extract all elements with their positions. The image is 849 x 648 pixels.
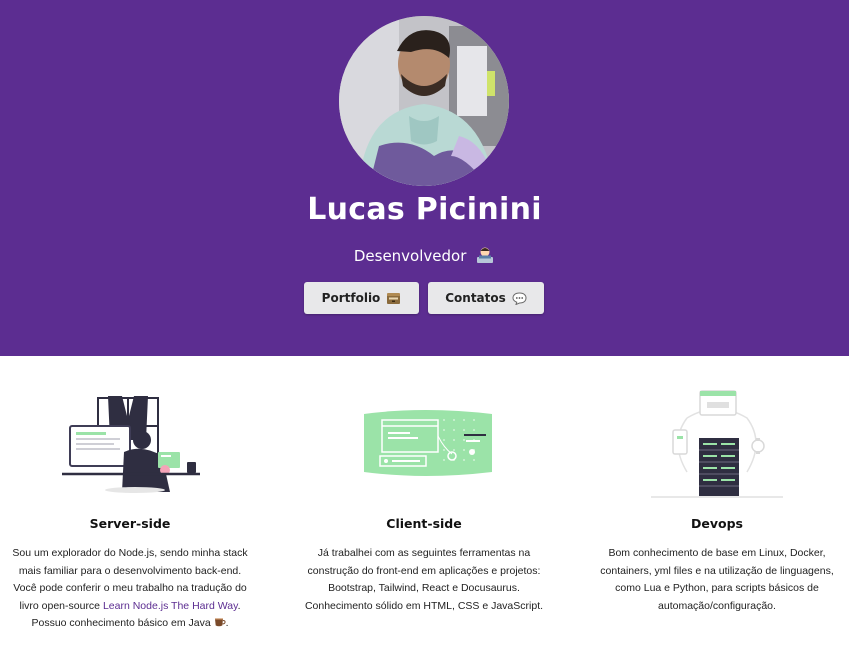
- contacts-button-label: Contatos: [445, 291, 506, 305]
- feature-client-side: Client-side Já trabalhei com as seguinte…: [294, 380, 554, 612]
- card-file-box-icon: [386, 292, 401, 305]
- technologist-emoji: [475, 246, 495, 264]
- profile-photo: [339, 16, 509, 186]
- coffee-icon: [214, 616, 226, 627]
- server-side-illustration: [62, 396, 200, 493]
- profile-name: Lucas Picinini: [307, 192, 542, 227]
- feature-description: Sou um explorador do Node.js, sendo minh…: [12, 547, 248, 629]
- contacts-button[interactable]: Contatos: [428, 282, 544, 314]
- feature-server-side: Server-side Sou um explorador do Node.js…: [0, 380, 260, 629]
- profile-role: Desenvolvedor: [0, 246, 849, 265]
- devops-illustration: [651, 390, 783, 498]
- learn-nodejs-link[interactable]: Learn Node.js The Hard Way: [103, 600, 238, 612]
- speech-bubble-icon: [512, 291, 527, 305]
- client-side-illustration: [364, 410, 492, 476]
- feature-description: Já trabalhei com as seguintes ferramenta…: [304, 547, 544, 612]
- feature-title: Server-side: [89, 516, 171, 531]
- feature-description: Bom conhecimento de base em Linux, Docke…: [600, 547, 834, 612]
- role-text: Desenvolvedor: [353, 247, 467, 265]
- feature-title: Client-side: [386, 516, 462, 531]
- avatar: [339, 16, 509, 186]
- portfolio-button-label: Portfolio: [321, 291, 381, 305]
- feature-title: Devops: [691, 516, 743, 531]
- hero-header: Lucas Picinini Desenvolvedor Portfolio C…: [0, 0, 849, 356]
- feature-devops: Devops Bom conhecimento de base em Linux…: [587, 380, 847, 612]
- portfolio-button[interactable]: Portfolio: [304, 282, 419, 314]
